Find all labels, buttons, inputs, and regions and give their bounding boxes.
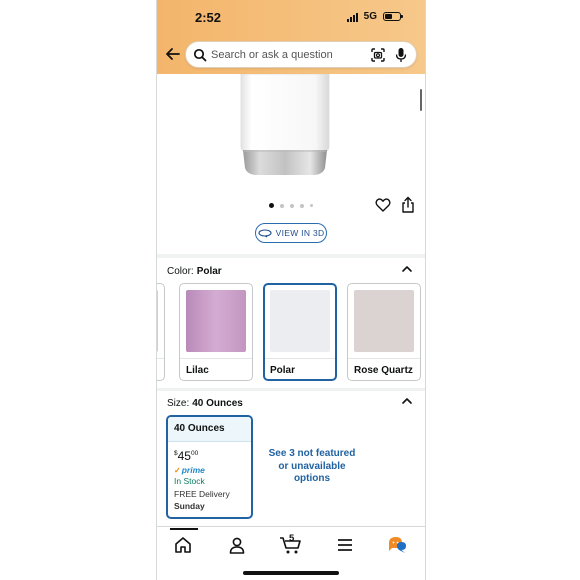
search-bar[interactable]: Search or ask a question <box>185 41 417 68</box>
cart-count: 5 <box>289 533 295 544</box>
color-swatch-partial[interactable] <box>157 283 165 381</box>
size-option-card[interactable]: 40 Ounces $4500 ✓ prime In Stock FREE Del… <box>166 415 253 519</box>
rufus-icon[interactable] <box>387 535 407 555</box>
tab-active-indicator <box>170 528 198 530</box>
see-more-options-link[interactable]: See 3 not featured or unavailable option… <box>267 448 357 486</box>
swatch-divider <box>180 358 252 359</box>
section-divider <box>157 254 425 258</box>
battery-icon <box>383 12 403 21</box>
menu-icon[interactable] <box>335 535 355 555</box>
prime-check-icon: ✓ <box>174 465 181 475</box>
color-swatch-polar[interactable]: Polar <box>263 283 337 381</box>
back-arrow-icon[interactable] <box>163 44 183 64</box>
pagination-dot[interactable] <box>280 203 284 208</box>
chevron-up-icon[interactable] <box>401 264 413 274</box>
stock-status: In Stock <box>174 476 205 486</box>
swatch-name: Polar <box>270 365 296 376</box>
size-label: Size: 40 Ounces <box>167 398 243 409</box>
tab-bar-border <box>157 526 425 527</box>
image-pagination[interactable] <box>269 203 313 208</box>
pagination-dot[interactable] <box>310 204 313 207</box>
delivery-day: Sunday <box>174 501 205 511</box>
status-time: 2:52 <box>195 10 222 25</box>
network-label: 5G <box>363 11 377 22</box>
price-whole: 45 <box>177 449 191 463</box>
section-divider <box>157 388 425 391</box>
search-input[interactable]: Search or ask a question <box>211 49 333 61</box>
account-icon[interactable] <box>227 535 247 555</box>
app-header: 2:52 5G Search or ask a question <box>157 0 425 74</box>
selected-color: Polar <box>196 266 222 277</box>
swatch-chip <box>157 290 158 352</box>
swatch-chip <box>354 290 414 352</box>
cart-tab[interactable]: 5 <box>279 533 303 555</box>
delivery-text: FREE Delivery <box>174 489 230 499</box>
size-label-text: Size: <box>167 398 190 409</box>
microphone-icon[interactable] <box>395 47 407 63</box>
chevron-up-icon[interactable] <box>401 396 413 406</box>
product-image[interactable] <box>157 73 425 194</box>
swatch-name: Rose Quartz <box>354 365 413 376</box>
scroll-indicator[interactable] <box>420 89 422 111</box>
price: $4500 <box>174 449 198 463</box>
swatch-divider <box>157 358 164 359</box>
swatch-chip <box>186 290 246 352</box>
home-indicator[interactable] <box>243 571 339 575</box>
pagination-dot[interactable] <box>290 203 294 208</box>
status-indicators: 5G <box>346 11 403 22</box>
home-icon[interactable] <box>173 535 193 555</box>
color-swatch-lilac[interactable]: Lilac <box>179 283 253 381</box>
swatch-name: Lilac <box>186 365 209 376</box>
swatch-divider <box>265 358 335 359</box>
color-label-text: Color: <box>167 266 194 277</box>
color-swatch-rose-quartz[interactable]: Rose Quartz <box>347 283 421 381</box>
prime-badge: ✓ prime <box>174 465 205 475</box>
search-icon <box>193 48 207 62</box>
prime-label: prime <box>181 465 205 475</box>
signal-icon <box>346 12 358 22</box>
color-label: Color: Polar <box>167 266 222 277</box>
view-in-3d-label: VIEW IN 3D <box>275 228 325 238</box>
phone-screen: 2:52 5G Search or ask a question VIEW IN… <box>156 0 426 580</box>
price-fraction: 00 <box>190 450 199 457</box>
pagination-dot[interactable] <box>269 203 274 208</box>
camera-search-icon[interactable] <box>370 47 386 63</box>
size-option-name: 40 Ounces <box>174 423 225 434</box>
tumbler-image <box>240 73 330 175</box>
selected-size: 40 Ounces <box>192 398 243 409</box>
heart-icon[interactable] <box>375 197 391 213</box>
share-icon[interactable] <box>400 196 416 214</box>
pagination-dot[interactable] <box>300 203 304 208</box>
swatch-chip <box>270 290 330 352</box>
swatch-divider <box>348 358 420 359</box>
size-option-header: 40 Ounces <box>168 417 251 442</box>
rotate-3d-icon <box>258 229 272 238</box>
view-in-3d-button[interactable]: VIEW IN 3D <box>255 223 327 243</box>
